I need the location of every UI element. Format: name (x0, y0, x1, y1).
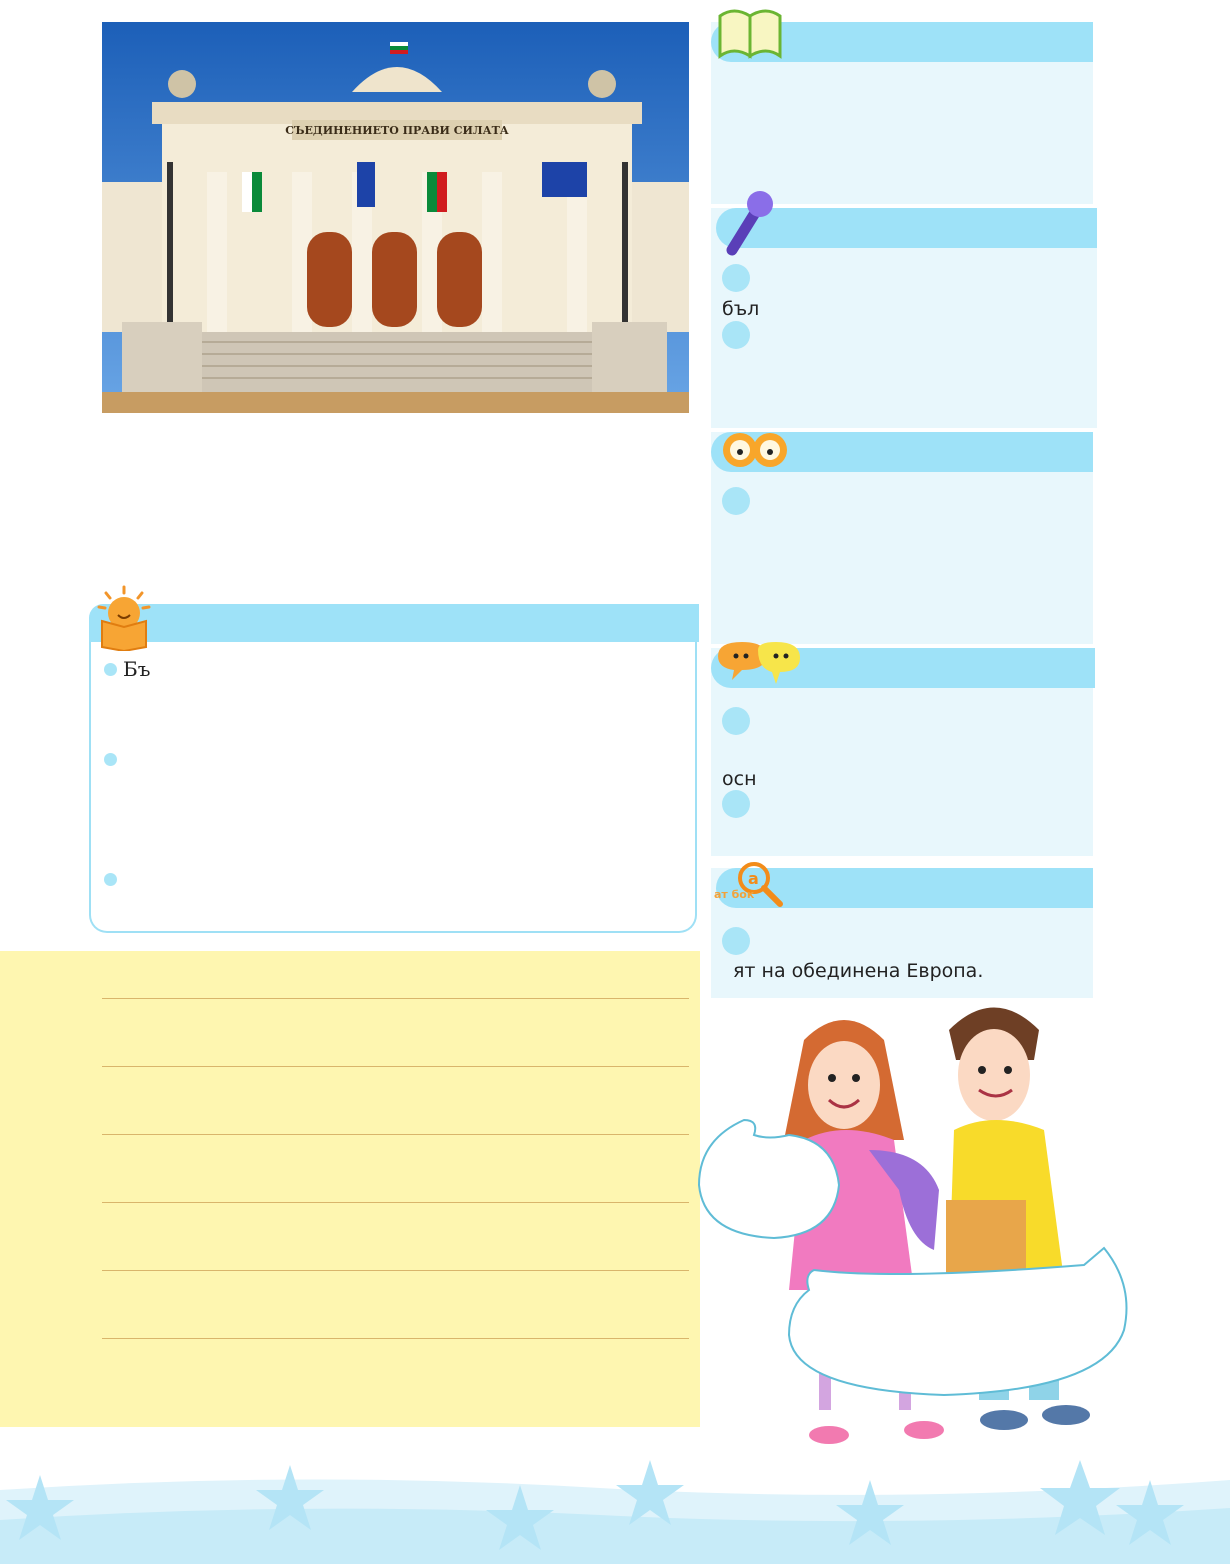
writing-line[interactable] (102, 1270, 689, 1271)
writing-line[interactable] (102, 1202, 689, 1203)
discussion-fragment: осн (722, 768, 757, 790)
bullet-dot (104, 873, 117, 886)
writing-line[interactable] (102, 1338, 689, 1339)
number-dot (722, 927, 750, 955)
parliament-illustration: СЪЕДИНЕНИЕТО ПРАВИ СИЛАТА (102, 22, 689, 413)
writing-line[interactable] (102, 1066, 689, 1067)
facade-inscription: СЪЕДИНЕНИЕТО ПРАВИ СИЛАТА (285, 124, 509, 137)
reading-item-1: Бъ (123, 657, 151, 681)
parliament-photo: СЪЕДИНЕНИЕТО ПРАВИ СИЛАТА (102, 22, 689, 413)
sun-reading-icon (96, 585, 152, 655)
reading-box (89, 622, 697, 933)
number-dot (722, 790, 750, 818)
kids-illustration (694, 990, 1134, 1450)
magnifier-letters-icon: а ат бок (710, 856, 790, 916)
binoculars-icon (720, 416, 790, 476)
footer-stars-decoration (0, 1460, 1230, 1564)
svg-text:а: а (748, 869, 759, 888)
bullet-dot (104, 753, 117, 766)
svg-text:ат бок: ат бок (714, 888, 755, 901)
vocabulary-fragment: ят на обединена Европа. (733, 960, 984, 982)
microphone-icon (712, 188, 776, 264)
interview-fragment: бъл (722, 298, 760, 320)
bullet-dot (104, 663, 117, 676)
number-dot (722, 487, 750, 515)
book-icon (716, 2, 784, 66)
reading-header-bar (89, 604, 699, 642)
number-dot (722, 264, 750, 292)
number-dot (722, 321, 750, 349)
speech-bubbles-icon (714, 636, 806, 694)
writing-line[interactable] (102, 1134, 689, 1135)
writing-line[interactable] (102, 998, 689, 999)
notes-area (0, 951, 700, 1427)
number-dot (722, 707, 750, 735)
